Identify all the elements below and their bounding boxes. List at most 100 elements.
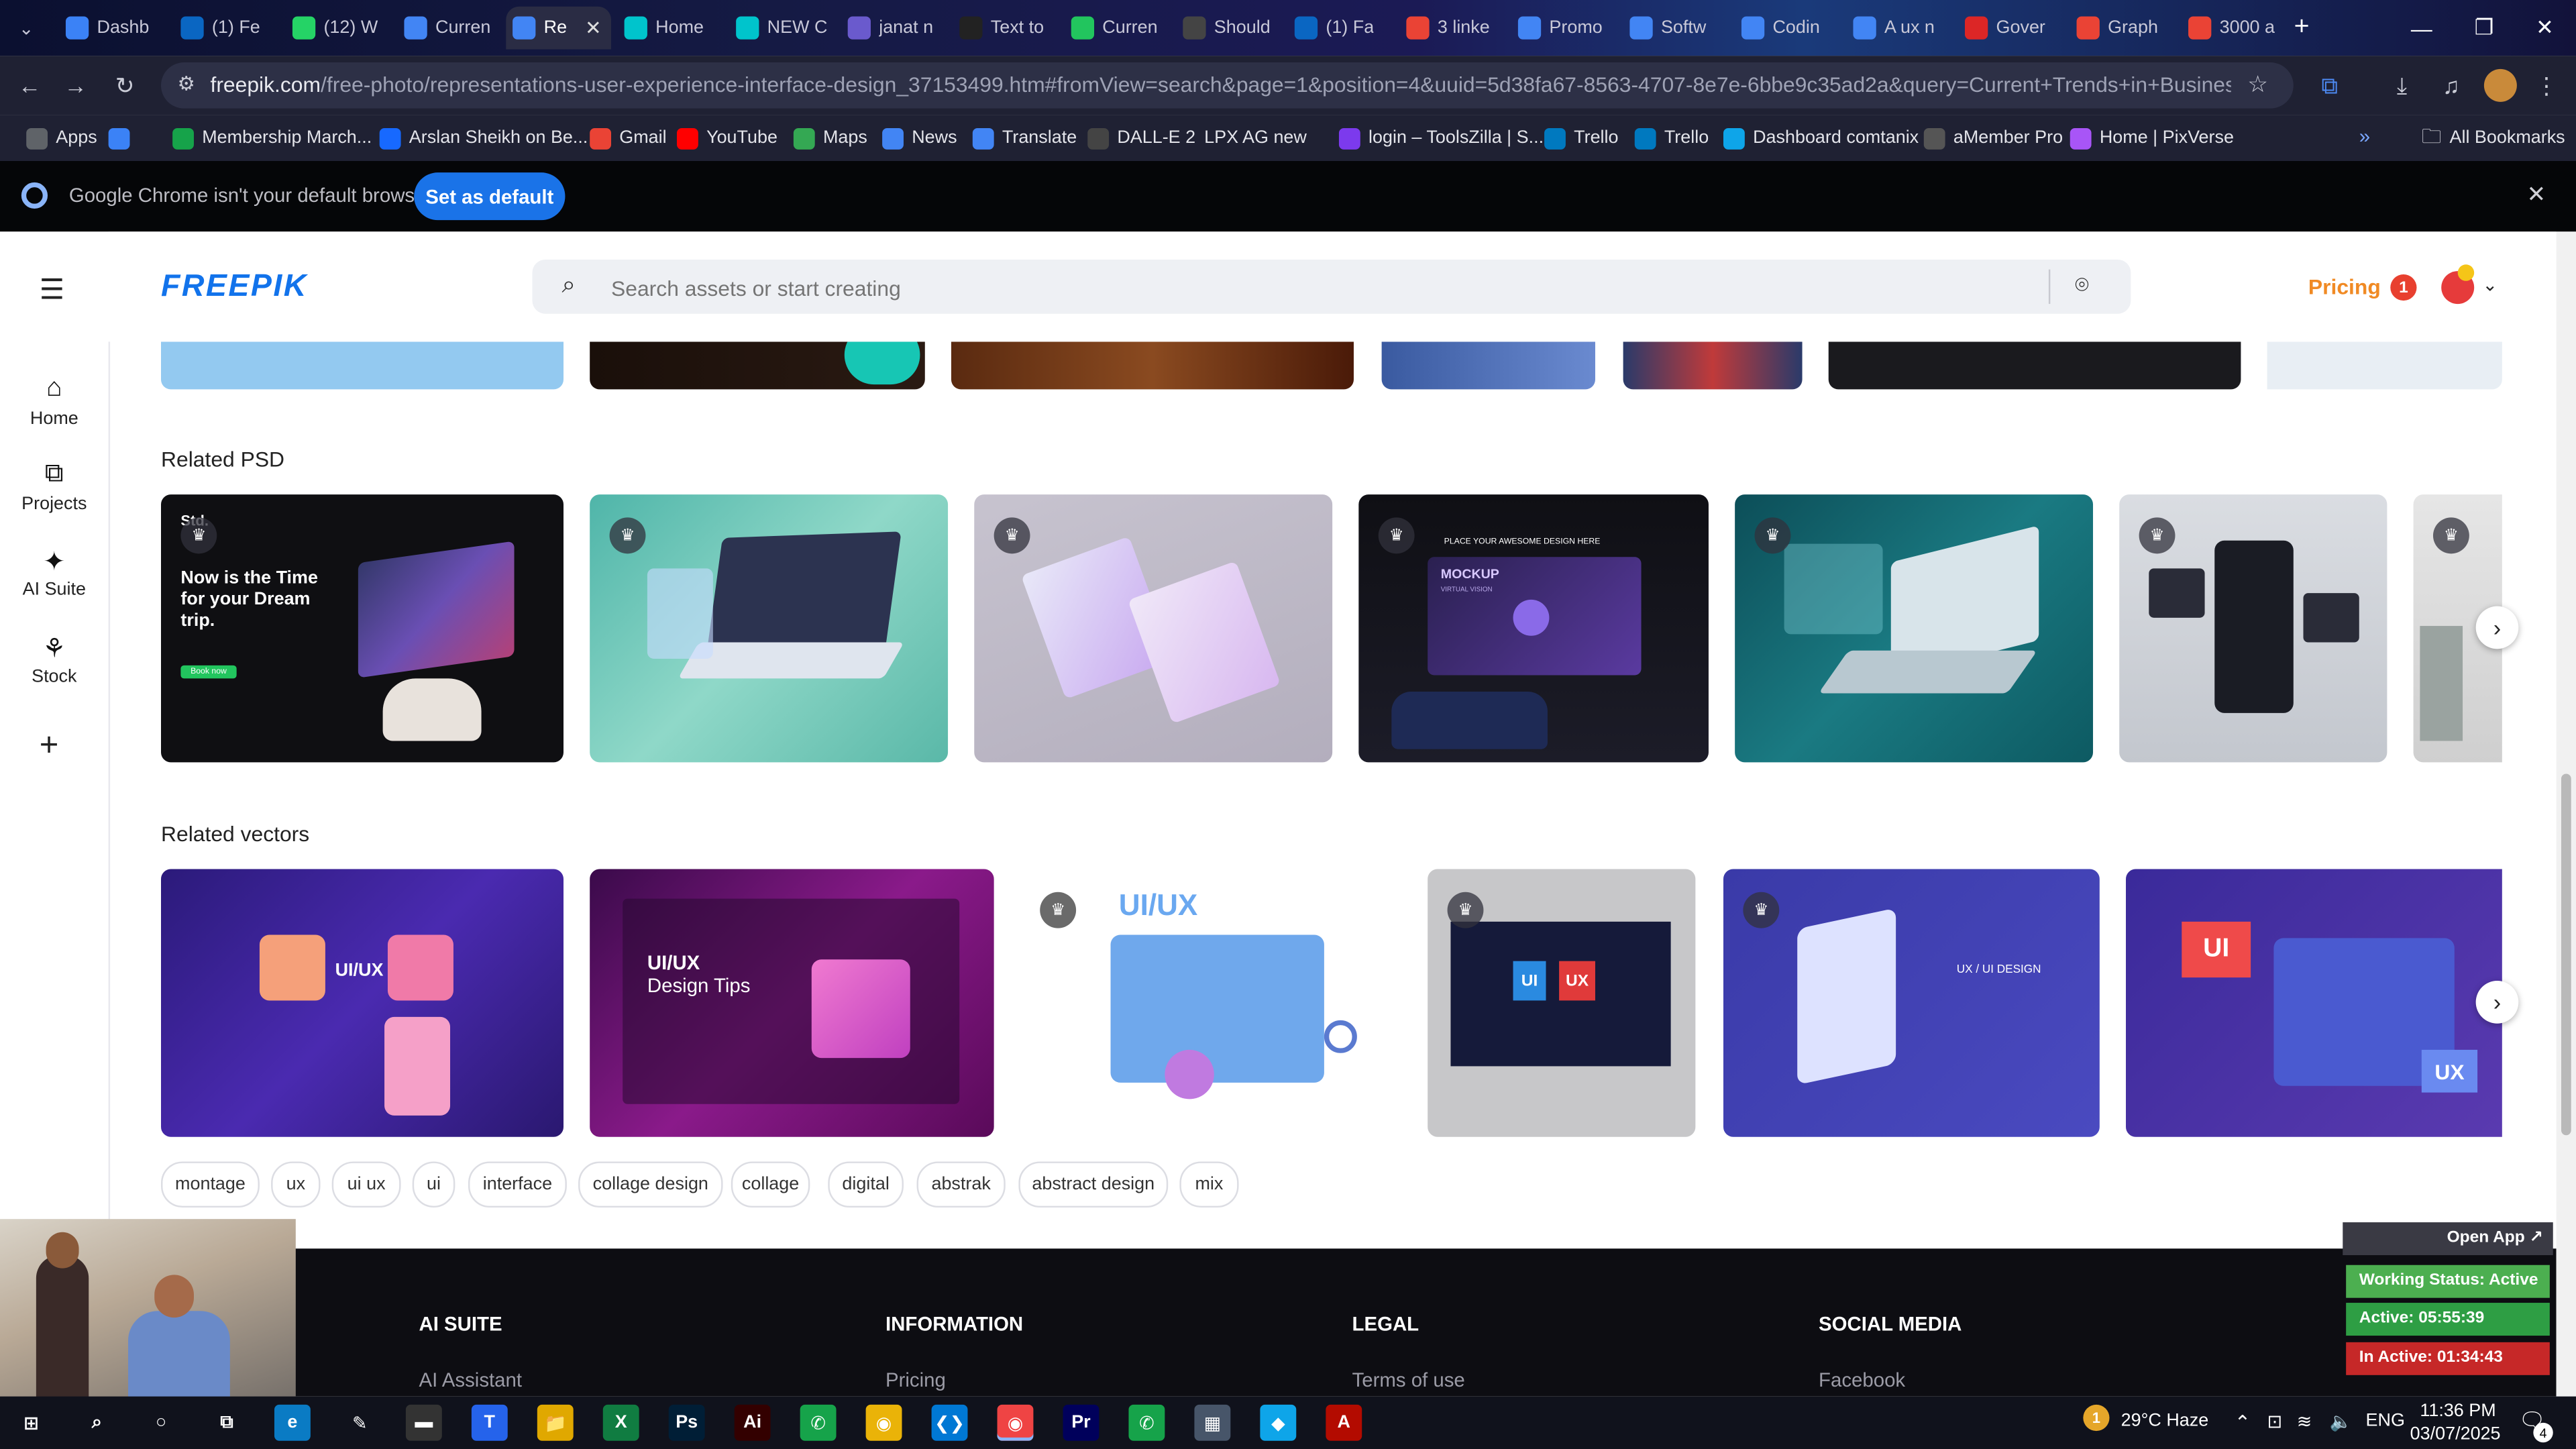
reload-button[interactable]: ↻ xyxy=(109,69,142,102)
cortana-icon[interactable]: ○ xyxy=(143,1405,179,1441)
bookmark-7[interactable]: Maps xyxy=(793,123,867,153)
tab-19[interactable]: Graph xyxy=(2070,7,2172,50)
tab-16[interactable]: Codin xyxy=(1735,7,1837,50)
more-bookmarks-icon[interactable]: » xyxy=(2359,125,2370,148)
scrollbar-thumb[interactable] xyxy=(2561,773,2571,1136)
bookmark-1[interactable]: Apps xyxy=(26,123,97,153)
tab-11[interactable]: Should xyxy=(1176,7,1278,50)
footer-link[interactable]: Pricing xyxy=(885,1368,946,1391)
add-button[interactable]: + xyxy=(40,728,59,765)
site-info-icon[interactable]: ⚙ xyxy=(177,72,195,95)
vector-card-4[interactable]: UI UX ♛ xyxy=(1428,869,1696,1137)
extensions-icon[interactable]: ⧉ xyxy=(2313,69,2346,102)
vectors-next-button[interactable]: › xyxy=(2475,981,2519,1024)
tab-18[interactable]: Gover xyxy=(1958,7,2060,50)
freepik-logo[interactable]: FREEPIK xyxy=(161,270,308,306)
psd-card-5[interactable]: ♛ xyxy=(1735,494,2094,763)
terminal-icon[interactable]: ▬ xyxy=(405,1404,442,1441)
tag-chip[interactable]: collage xyxy=(731,1161,810,1208)
premiere-icon[interactable]: Pr xyxy=(1063,1404,1099,1441)
excel-icon[interactable]: X xyxy=(602,1404,639,1441)
bookmark-17[interactable]: Home | PixVerse xyxy=(2070,123,2234,153)
prev-image-card-6[interactable] xyxy=(1828,341,2241,390)
tag-chip[interactable]: interface xyxy=(468,1161,567,1208)
tab-3[interactable]: (12) W xyxy=(286,7,388,50)
restore-button[interactable]: ❐ xyxy=(2453,0,2515,56)
chrome-menu-button[interactable]: ⋮ xyxy=(2530,69,2563,102)
chrome-icon[interactable]: ◉ xyxy=(865,1404,902,1441)
tag-chip[interactable]: collage design xyxy=(578,1161,723,1208)
network-icon[interactable]: ⊡ xyxy=(2267,1411,2283,1432)
bookmark-star-icon[interactable]: ☆ xyxy=(2247,70,2268,99)
page-scrollbar[interactable] xyxy=(2556,231,2576,1397)
bookmark-9[interactable]: Translate xyxy=(972,123,1077,153)
user-avatar[interactable] xyxy=(2441,264,2475,305)
vector-card-2[interactable]: UI/UX Design Tips xyxy=(590,869,994,1137)
bookmark-3[interactable]: Membership March... xyxy=(172,123,372,153)
bookmark-15[interactable]: Dashboard comtanix xyxy=(1723,123,1919,153)
search-bar[interactable]: ⌕ ⌾ xyxy=(532,259,2131,314)
back-button[interactable]: ← xyxy=(13,69,46,102)
prev-image-card-1[interactable] xyxy=(161,341,564,390)
psd-card-6[interactable]: ♛ xyxy=(2119,494,2387,763)
phone-icon[interactable]: ✆ xyxy=(800,1404,837,1441)
prev-image-card-5[interactable] xyxy=(1623,341,1803,390)
sidenav-item-stock[interactable]: ⚘ Stock xyxy=(0,633,109,687)
teams-icon[interactable]: T xyxy=(471,1404,508,1441)
vector-card-3[interactable]: UI/UX ♛ xyxy=(1020,869,1403,1137)
tab-20[interactable]: 3000 a xyxy=(2182,7,2284,50)
pricing-link[interactable]: Pricing xyxy=(2308,274,2381,299)
bookmark-11[interactable]: LPX AG new xyxy=(1204,123,1307,153)
psd-card-4[interactable]: PLACE YOUR AWESOME DESIGN HERE MOCKUP VI… xyxy=(1358,494,1709,763)
camera-search-icon[interactable]: ⌾ xyxy=(2075,271,2089,299)
tag-chip[interactable]: abstract design xyxy=(1018,1161,1169,1208)
open-app-button[interactable]: Open App ↗ xyxy=(2343,1222,2553,1256)
clock-time[interactable]: 11:36 PM xyxy=(2420,1401,2496,1421)
minimize-button[interactable]: — xyxy=(2390,0,2453,56)
phone-link-icon[interactable]: ✆ xyxy=(1128,1404,1165,1441)
tab-15[interactable]: Softw xyxy=(1623,7,1725,50)
sidenav-item-home[interactable]: ⌂ Home xyxy=(0,374,109,429)
task-view-icon[interactable]: ⧉ xyxy=(209,1405,245,1441)
tab-5[interactable]: Re ✕ xyxy=(506,6,612,50)
new-tab-button[interactable]: + xyxy=(2287,7,2316,50)
tag-chip[interactable]: ui xyxy=(412,1161,455,1208)
calculator-icon[interactable]: ▦ xyxy=(1194,1404,1231,1441)
edge-icon[interactable]: e xyxy=(274,1404,311,1441)
start-button[interactable]: ⊞ xyxy=(13,1405,50,1441)
profile-avatar[interactable] xyxy=(2483,68,2517,102)
tab-search-button[interactable]: ⌄ xyxy=(10,7,43,50)
bookmark-6[interactable]: YouTube xyxy=(676,123,777,153)
footer-link[interactable]: Facebook xyxy=(1819,1368,1905,1391)
psd-next-button[interactable]: › xyxy=(2475,606,2519,649)
hamburger-menu-icon[interactable]: ☰ xyxy=(40,274,64,307)
sidenav-item-projects[interactable]: ⧉ Projects xyxy=(0,460,109,515)
tab-1[interactable]: Dashb xyxy=(59,7,161,50)
address-bar[interactable]: ⚙ freepik.com/free-photo/representations… xyxy=(161,62,2294,109)
bookmark-2[interactable] xyxy=(108,123,138,153)
clock-date[interactable]: 03/07/2025 xyxy=(2410,1424,2501,1444)
tag-chip[interactable]: mix xyxy=(1179,1161,1239,1208)
close-icon[interactable]: ✕ xyxy=(585,16,602,39)
tab-12[interactable]: (1) Fa xyxy=(1288,7,1390,50)
tab-17[interactable]: A ux n xyxy=(1847,7,1949,50)
tab-14[interactable]: Promo xyxy=(1511,7,1613,50)
bookmark-10[interactable]: DALL-E 2 xyxy=(1087,123,1195,153)
tab-10[interactable]: Curren xyxy=(1065,7,1167,50)
prev-image-card-7[interactable] xyxy=(2267,341,2502,390)
tab-2[interactable]: (1) Fe xyxy=(174,7,276,50)
file-explorer-icon[interactable]: 📁 xyxy=(537,1404,574,1441)
download-icon[interactable]: ⤓ xyxy=(2385,69,2418,102)
tab-4[interactable]: Curren xyxy=(398,7,500,50)
vscode-icon[interactable]: ❮❯ xyxy=(931,1404,968,1441)
pen-icon[interactable]: ✎ xyxy=(341,1405,378,1441)
prev-image-card-3[interactable] xyxy=(951,341,1354,390)
photoshop-icon[interactable]: Ps xyxy=(668,1404,705,1441)
set-as-default-button[interactable]: Set as default xyxy=(414,172,566,221)
forward-button[interactable]: → xyxy=(59,69,92,102)
all-bookmarks-button[interactable]: 🗀 All Bookmarks xyxy=(2422,123,2565,153)
prev-image-card-2[interactable] xyxy=(590,341,925,390)
tab-13[interactable]: 3 linke xyxy=(1400,7,1502,50)
vector-card-6[interactable]: UI UX xyxy=(2126,869,2502,1137)
tag-chip[interactable]: abstrak xyxy=(916,1161,1006,1208)
